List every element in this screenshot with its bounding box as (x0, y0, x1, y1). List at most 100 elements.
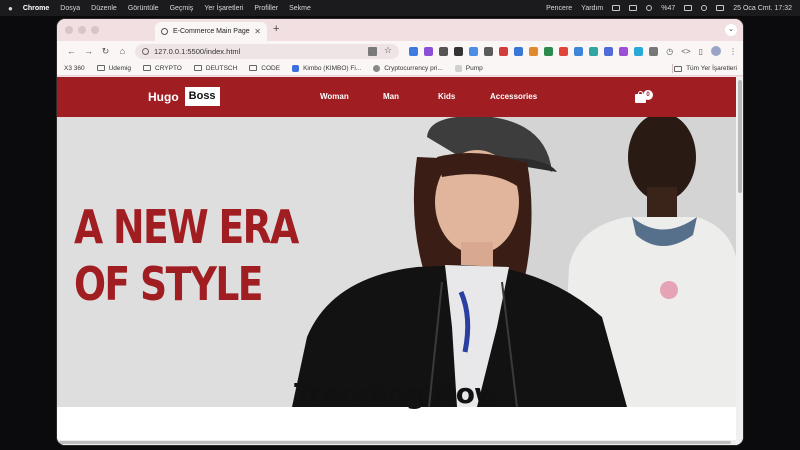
site-logo[interactable]: Hugo Boss (148, 87, 220, 106)
url-text: 127.0.0.1:5500/index.html (154, 46, 241, 56)
folder-icon (674, 65, 683, 72)
home-button[interactable]: ⌂ (114, 46, 131, 56)
site-favicon-icon (373, 64, 381, 72)
folder-icon (96, 65, 105, 71)
close-window-button[interactable] (65, 26, 73, 34)
translate-icon[interactable] (368, 46, 377, 56)
page-viewport: Hugo Boss Woman Man Kids Accessories 0 A… (57, 77, 743, 445)
vertical-scrollbar[interactable] (736, 77, 743, 445)
bookmark-folder-udemig[interactable]: Udemig (96, 65, 131, 72)
profile-avatar[interactable] (711, 46, 721, 56)
forward-button[interactable]: → (80, 46, 97, 56)
address-bar[interactable]: 127.0.0.1:5500/index.html ☆ (135, 43, 399, 59)
bookmark-folder-deutsch[interactable]: DEUTSCH (193, 65, 237, 72)
puzzle-icon[interactable] (649, 46, 658, 56)
extension-icon[interactable] (439, 46, 448, 56)
hero-headline-line2: OF STYLE (74, 257, 263, 311)
devtools-icon[interactable]: <> (681, 47, 690, 56)
globe-icon (161, 28, 168, 35)
site-info-icon[interactable] (142, 47, 149, 55)
menu-help[interactable]: Yardım (581, 5, 603, 12)
logo-word: Hugo (148, 89, 179, 104)
bookmark-cryptocurrency[interactable]: Cryptocurrency pri... (373, 64, 443, 72)
window-controls (65, 26, 99, 34)
bookmark-kimbo[interactable]: Kimbo (KIMBO) Fi... (292, 64, 361, 72)
extension-icon[interactable] (409, 46, 418, 56)
scrollbar-thumb[interactable] (738, 80, 742, 193)
extension-icon[interactable] (499, 46, 508, 56)
extension-icon[interactable] (469, 46, 478, 56)
bookmark-x3-360[interactable]: X3 360 (64, 65, 85, 72)
browser-toolbar: ← → ↻ ⌂ 127.0.0.1:5500/index.html ☆ ◷ <>… (57, 41, 743, 61)
menu-file[interactable]: Dosya (60, 5, 80, 12)
folder-icon (143, 65, 152, 71)
battery-percent: %47 (661, 4, 676, 12)
control-center-icon[interactable] (716, 5, 725, 11)
minimize-window-button[interactable] (78, 26, 86, 34)
horizontal-scrollbar-thumb[interactable] (59, 441, 731, 444)
extensions-row (409, 46, 658, 56)
hero-headline: A NEW ERA OF STYLE (74, 199, 299, 313)
tab-ecommerce-main[interactable]: E-Commerce Main Page ✕ (155, 22, 267, 41)
screen-icon[interactable] (612, 5, 621, 11)
extension-icon[interactable] (529, 46, 538, 56)
extension-icon[interactable] (514, 46, 523, 56)
extension-icon[interactable] (484, 46, 493, 56)
menu-history[interactable]: Geçmiş (170, 5, 194, 12)
menu-window[interactable]: Pencere (546, 5, 572, 12)
toolbar-right: ◷ <> ▯ ⋮ (666, 46, 737, 56)
bookmark-pump[interactable]: Pump (454, 64, 483, 72)
nav-woman[interactable]: Woman (320, 92, 349, 101)
menu-view[interactable]: Görüntüle (128, 5, 159, 12)
menu-tab[interactable]: Sekme (289, 5, 311, 12)
wifi-icon[interactable] (646, 5, 653, 11)
more-menu-icon[interactable]: ⋮ (729, 47, 737, 56)
battery-icon[interactable] (684, 5, 693, 11)
tab-title: E-Commerce Main Page (173, 28, 250, 35)
extension-icon[interactable] (589, 46, 598, 56)
zoom-window-button[interactable] (91, 26, 99, 34)
menubar-status-area: Pencere Yardım %47 25 Oca Cmt. 17:32 (546, 5, 792, 12)
display-icon[interactable] (629, 5, 638, 11)
history-icon[interactable]: ◷ (666, 47, 673, 56)
hero-headline-line1: A NEW ERA (74, 200, 299, 254)
tab-search-button[interactable]: ⌄ (725, 24, 737, 36)
bookmarks-divider (672, 64, 673, 73)
pill-icon (454, 64, 462, 72)
extension-icon[interactable] (544, 46, 553, 56)
horizontal-scrollbar[interactable] (57, 440, 736, 445)
nav-kids[interactable]: Kids (438, 92, 455, 101)
nav-man[interactable]: Man (383, 92, 399, 101)
search-icon[interactable] (701, 5, 708, 11)
apple-icon[interactable]: ● (8, 4, 13, 13)
reload-button[interactable]: ↻ (97, 46, 114, 57)
bookmark-folder-crypto[interactable]: CRYPTO (143, 65, 182, 72)
close-tab-icon[interactable]: ✕ (254, 27, 261, 36)
bookmarks-bar: X3 360 Udemig CRYPTO DEUTSCH CODE Kimbo … (57, 61, 743, 76)
extension-icon[interactable] (574, 46, 583, 56)
clock[interactable]: 25 Oca Cmt. 17:32 (733, 5, 792, 12)
hero-banner: A NEW ERA OF STYLE (57, 117, 736, 407)
menu-profiles[interactable]: Profiller (254, 5, 278, 12)
extension-icon[interactable] (559, 46, 568, 56)
all-bookmarks-button[interactable]: Tüm Yer İşaretleri (674, 61, 737, 76)
extension-icon[interactable] (454, 46, 463, 56)
extension-icon[interactable] (424, 46, 433, 56)
bookmark-folder-code[interactable]: CODE (249, 65, 280, 72)
extension-icon[interactable] (619, 46, 628, 56)
cart-count-badge: 0 (643, 90, 653, 100)
split-icon[interactable]: ▯ (699, 47, 703, 56)
new-tab-button[interactable]: + (273, 23, 279, 35)
logo-box: Boss (184, 87, 220, 106)
menu-edit[interactable]: Düzenle (91, 5, 117, 12)
bookmark-star-icon[interactable]: ☆ (384, 45, 392, 56)
macos-menubar: ● Chrome Dosya Düzenle Görüntüle Geçmiş … (0, 0, 800, 16)
back-button[interactable]: ← (63, 46, 80, 56)
menu-app-chrome[interactable]: Chrome (23, 5, 49, 12)
nav-accessories[interactable]: Accessories (490, 92, 537, 101)
extension-icon[interactable] (634, 46, 643, 56)
extension-icon[interactable] (604, 46, 613, 56)
browser-window: E-Commerce Main Page ✕ + ⌄ ← → ↻ ⌂ 127.0… (57, 19, 743, 445)
site-favicon-icon (292, 64, 300, 72)
menu-bookmarks[interactable]: Yer İşaretleri (204, 5, 243, 12)
